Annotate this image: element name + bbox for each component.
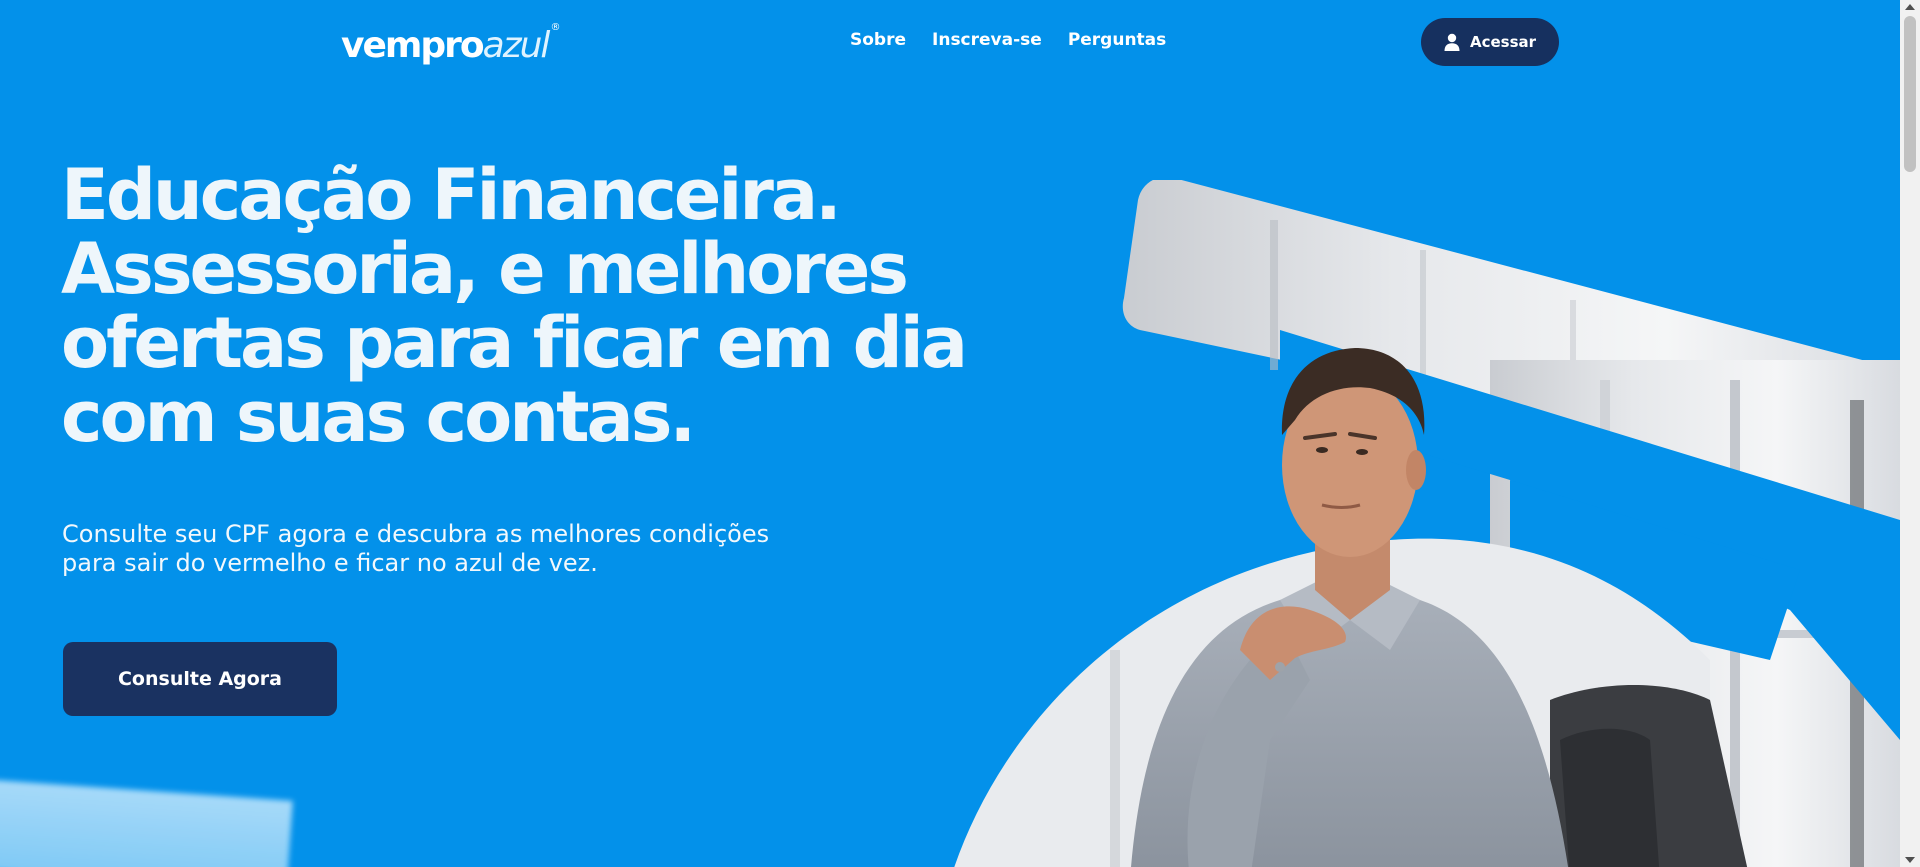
logo-text-secondary: azul	[482, 25, 551, 66]
consult-now-button[interactable]: Consulte Agora	[63, 642, 337, 716]
landing-page: vempro azul ® Sobre Inscreva-se Pergunta…	[0, 0, 1920, 867]
hero-subtitle-line-2: para sair do vermelho e ficar no azul de…	[62, 549, 598, 577]
nav-link-inscreva-se[interactable]: Inscreva-se	[932, 30, 1042, 50]
main-nav: Sobre Inscreva-se Perguntas	[850, 30, 1166, 50]
brand-logo[interactable]: vempro azul ®	[341, 18, 560, 64]
nav-link-sobre[interactable]: Sobre	[850, 30, 906, 50]
hero-title-line-3: ofertas para ficar em dia	[61, 302, 968, 384]
scrollbar-thumb[interactable]	[1904, 16, 1916, 172]
scroll-down-arrow-icon[interactable]	[1905, 857, 1915, 863]
hero-title-line-4: com suas contas.	[61, 376, 696, 458]
logo-text-primary: vempro	[341, 25, 485, 66]
hero-photo-man-thinking	[954, 180, 1900, 867]
user-icon	[1444, 33, 1460, 51]
nav-link-perguntas[interactable]: Perguntas	[1068, 30, 1166, 50]
vertical-scrollbar[interactable]	[1900, 0, 1920, 867]
hero-subtitle-line-1: Consulte seu CPF agora e descubra as mel…	[62, 520, 770, 548]
login-button-label: Acessar	[1469, 33, 1537, 51]
hero-subtitle: Consulte seu CPF agora e descubra as mel…	[62, 520, 862, 578]
hero-title-line-1: Educação Financeira.	[61, 154, 842, 236]
registered-mark: ®	[550, 22, 561, 33]
scroll-up-arrow-icon[interactable]	[1905, 4, 1915, 10]
hero-title: Educação Financeira. Assessoria, e melho…	[61, 158, 1001, 454]
hero-title-line-2: Assessoria, e melhores	[61, 228, 909, 310]
login-button[interactable]: Acessar	[1421, 18, 1559, 66]
decorative-light-shape	[0, 779, 293, 867]
